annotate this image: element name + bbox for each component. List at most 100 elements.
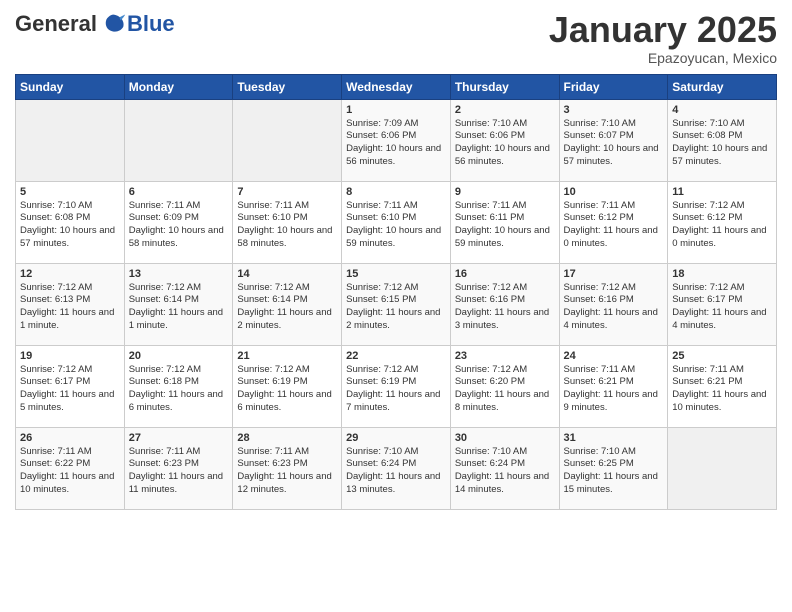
day-number: 18 [672, 268, 772, 280]
day-number: 3 [564, 104, 664, 116]
calendar-cell: 8Sunrise: 7:11 AMSunset: 6:10 PMDaylight… [342, 181, 451, 263]
day-info: Sunrise: 7:12 AMSunset: 6:12 PMDaylight:… [672, 200, 772, 251]
day-number: 30 [455, 432, 555, 444]
calendar-cell: 4 Sunrise: 7:10 AMSunset: 6:08 PMDaylight… [668, 99, 777, 181]
calendar-cell: 22 Sunrise: 7:12 AMSunset: 6:19 PMDayligh… [342, 345, 451, 427]
week-row-1: 1 Sunrise: 7:09 AMSunset: 6:06 PMDaylight… [16, 99, 777, 181]
logo-general: General [15, 11, 97, 37]
day-number: 10 [564, 186, 664, 198]
day-number: 21 [237, 350, 337, 362]
day-number: 16 [455, 268, 555, 280]
day-info: Sunrise: 7:11 AMSunset: 6:21 PMDaylight:… [564, 364, 664, 415]
day-info: Sunrise: 7:12 AMSunset: 6:16 PMDaylight:… [455, 282, 555, 333]
calendar-cell: 28Sunrise: 7:11 AMSunset: 6:23 PMDayligh… [233, 427, 342, 509]
day-number: 26 [20, 432, 120, 444]
location: Epazoyucan, Mexico [549, 50, 777, 66]
week-row-5: 26 Sunrise: 7:11 AMSunset: 6:22 PMDayligh… [16, 427, 777, 509]
day-info: Sunrise: 7:11 AMSunset: 6:10 PMDaylight:… [237, 200, 337, 251]
day-info: Sunrise: 7:10 AMSunset: 6:08 PMDaylight:… [20, 200, 120, 251]
month-title: January 2025 [549, 10, 777, 50]
calendar-cell: 12Sunrise: 7:12 AMSunset: 6:13 PMDayligh… [16, 263, 125, 345]
day-number: 19 [20, 350, 120, 362]
day-info: Sunrise: 7:11 AMSunset: 6:23 PMDaylight:… [129, 446, 229, 497]
day-number: 22 [346, 350, 446, 362]
day-number: 29 [346, 432, 446, 444]
day-info: Sunrise: 7:12 AMSunset: 6:19 PMDaylight:… [237, 364, 337, 415]
col-sunday: Sunday [16, 74, 125, 99]
day-info: Sunrise: 7:11 AMSunset: 6:11 PMDaylight:… [455, 200, 555, 251]
day-info: Sunrise: 7:09 AMSunset: 6:06 PMDaylight:… [346, 118, 446, 169]
day-number: 15 [346, 268, 446, 280]
calendar-body: 1 Sunrise: 7:09 AMSunset: 6:06 PMDaylight… [16, 99, 777, 509]
col-wednesday: Wednesday [342, 74, 451, 99]
calendar-cell: 29 Sunrise: 7:10 AMSunset: 6:24 PMDayligh… [342, 427, 451, 509]
day-info: Sunrise: 7:11 AMSunset: 6:10 PMDaylight:… [346, 200, 446, 251]
calendar-cell: 9Sunrise: 7:11 AMSunset: 6:11 PMDaylight… [450, 181, 559, 263]
day-number: 13 [129, 268, 229, 280]
calendar-cell: 2Sunrise: 7:10 AMSunset: 6:06 PMDaylight… [450, 99, 559, 181]
day-info: Sunrise: 7:10 AMSunset: 6:25 PMDaylight:… [564, 446, 664, 497]
col-tuesday: Tuesday [233, 74, 342, 99]
days-of-week-row: Sunday Monday Tuesday Wednesday Thursday… [16, 74, 777, 99]
day-number: 31 [564, 432, 664, 444]
calendar-cell: 18 Sunrise: 7:12 AMSunset: 6:17 PMDayligh… [668, 263, 777, 345]
day-number: 17 [564, 268, 664, 280]
calendar-cell: 17 Sunrise: 7:12 AMSunset: 6:16 PMDayligh… [559, 263, 668, 345]
day-info: Sunrise: 7:12 AMSunset: 6:18 PMDaylight:… [129, 364, 229, 415]
calendar-cell: 13Sunrise: 7:12 AMSunset: 6:14 PMDayligh… [124, 263, 233, 345]
day-number: 20 [129, 350, 229, 362]
calendar-cell: 19 Sunrise: 7:12 AMSunset: 6:17 PMDayligh… [16, 345, 125, 427]
day-info: Sunrise: 7:11 AMSunset: 6:12 PMDaylight:… [564, 200, 664, 251]
day-number: 14 [237, 268, 337, 280]
logo: General Blue [15, 10, 175, 38]
logo-blue: Blue [127, 11, 175, 37]
calendar-cell: 31 Sunrise: 7:10 AMSunset: 6:25 PMDayligh… [559, 427, 668, 509]
day-number: 5 [20, 186, 120, 198]
day-info: Sunrise: 7:12 AMSunset: 6:19 PMDaylight:… [346, 364, 446, 415]
calendar-cell: 24 Sunrise: 7:11 AMSunset: 6:21 PMDayligh… [559, 345, 668, 427]
day-info: Sunrise: 7:11 AMSunset: 6:09 PMDaylight:… [129, 200, 229, 251]
day-number: 7 [237, 186, 337, 198]
day-info: Sunrise: 7:12 AMSunset: 6:16 PMDaylight:… [564, 282, 664, 333]
page: General Blue January 2025 Epazoyucan, Me… [0, 0, 792, 612]
day-number: 27 [129, 432, 229, 444]
calendar-cell: 5 Sunrise: 7:10 AMSunset: 6:08 PMDaylight… [16, 181, 125, 263]
calendar-cell: 14Sunrise: 7:12 AMSunset: 6:14 PMDayligh… [233, 263, 342, 345]
day-number: 12 [20, 268, 120, 280]
day-number: 28 [237, 432, 337, 444]
day-info: Sunrise: 7:10 AMSunset: 6:07 PMDaylight:… [564, 118, 664, 169]
calendar-cell: 10 Sunrise: 7:11 AMSunset: 6:12 PMDayligh… [559, 181, 668, 263]
col-saturday: Saturday [668, 74, 777, 99]
day-number: 11 [672, 186, 772, 198]
day-number: 6 [129, 186, 229, 198]
calendar-header: Sunday Monday Tuesday Wednesday Thursday… [16, 74, 777, 99]
day-number: 24 [564, 350, 664, 362]
calendar-cell: 25Sunrise: 7:11 AMSunset: 6:21 PMDayligh… [668, 345, 777, 427]
calendar-cell [668, 427, 777, 509]
week-row-3: 12Sunrise: 7:12 AMSunset: 6:13 PMDayligh… [16, 263, 777, 345]
calendar-cell: 21 Sunrise: 7:12 AMSunset: 6:19 PMDayligh… [233, 345, 342, 427]
day-info: Sunrise: 7:11 AMSunset: 6:22 PMDaylight:… [20, 446, 120, 497]
day-info: Sunrise: 7:12 AMSunset: 6:20 PMDaylight:… [455, 364, 555, 415]
day-info: Sunrise: 7:11 AMSunset: 6:21 PMDaylight:… [672, 364, 772, 415]
calendar: Sunday Monday Tuesday Wednesday Thursday… [15, 74, 777, 510]
calendar-cell: 30 Sunrise: 7:10 AMSunset: 6:24 PMDayligh… [450, 427, 559, 509]
header: General Blue January 2025 Epazoyucan, Me… [15, 10, 777, 66]
logo-text: General Blue [15, 10, 175, 38]
calendar-cell: 1 Sunrise: 7:09 AMSunset: 6:06 PMDaylight… [342, 99, 451, 181]
day-number: 4 [672, 104, 772, 116]
logo-bird-icon [99, 10, 127, 38]
day-info: Sunrise: 7:12 AMSunset: 6:17 PMDaylight:… [672, 282, 772, 333]
calendar-cell: 20 Sunrise: 7:12 AMSunset: 6:18 PMDayligh… [124, 345, 233, 427]
title-block: January 2025 Epazoyucan, Mexico [549, 10, 777, 66]
day-number: 1 [346, 104, 446, 116]
col-friday: Friday [559, 74, 668, 99]
calendar-cell: 23Sunrise: 7:12 AMSunset: 6:20 PMDayligh… [450, 345, 559, 427]
day-info: Sunrise: 7:10 AMSunset: 6:24 PMDaylight:… [346, 446, 446, 497]
calendar-cell: 6 Sunrise: 7:11 AMSunset: 6:09 PMDaylight… [124, 181, 233, 263]
day-info: Sunrise: 7:10 AMSunset: 6:08 PMDaylight:… [672, 118, 772, 169]
day-info: Sunrise: 7:10 AMSunset: 6:24 PMDaylight:… [455, 446, 555, 497]
day-info: Sunrise: 7:12 AMSunset: 6:17 PMDaylight:… [20, 364, 120, 415]
col-monday: Monday [124, 74, 233, 99]
calendar-cell: 16 Sunrise: 7:12 AMSunset: 6:16 PMDayligh… [450, 263, 559, 345]
